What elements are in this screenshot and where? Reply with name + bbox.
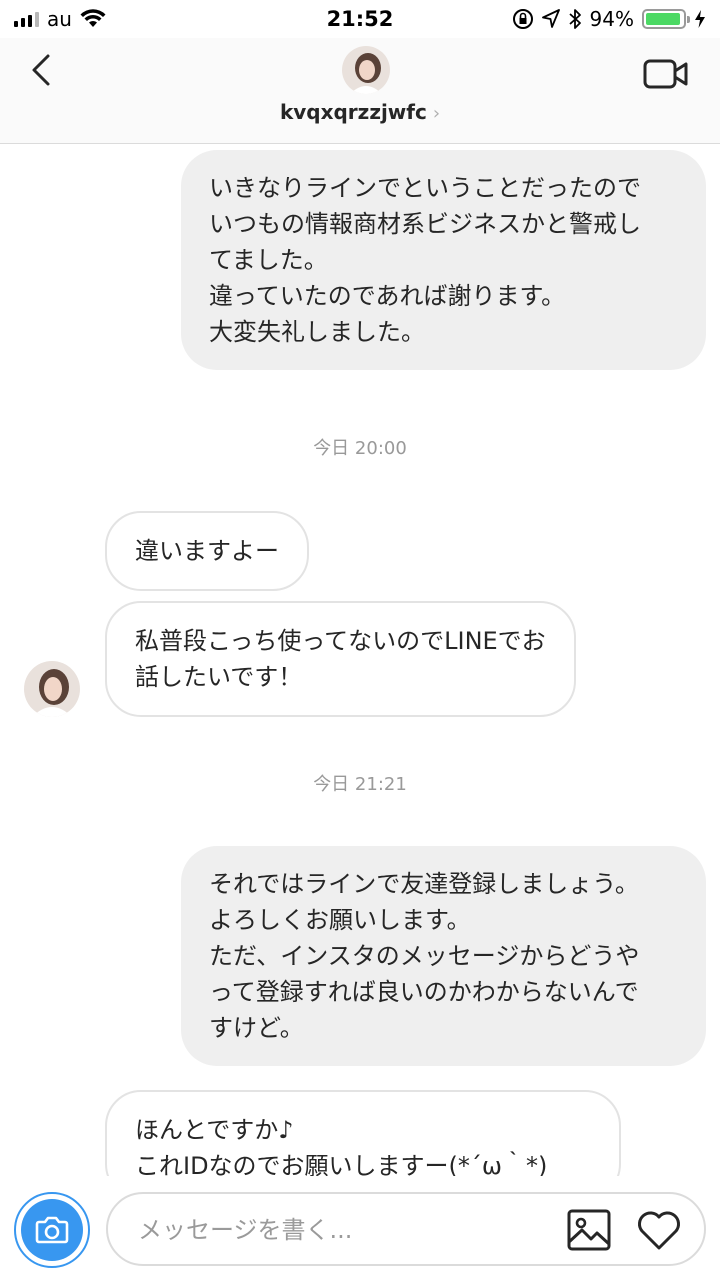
timestamp: 今日 20:00 [313, 438, 407, 459]
message-input-wrapper[interactable] [106, 1192, 706, 1266]
sent-message[interactable]: いきなりラインでということだったので いつもの情報商材系ビジネスかと警戒し てま… [181, 150, 706, 370]
carrier-label: au [47, 7, 72, 31]
camera-button[interactable] [14, 1192, 90, 1268]
battery-icon [642, 9, 690, 29]
signal-icon [14, 11, 39, 27]
location-icon [541, 9, 560, 28]
bluetooth-icon [568, 9, 581, 29]
battery-percent: 94% [589, 7, 634, 31]
chat-header: kvqxqrzzjwfc › [0, 38, 720, 144]
received-message[interactable]: 違いますよー [105, 511, 309, 591]
username-label: kvqxqrzzjwfc [279, 100, 427, 124]
rotation-lock-icon [512, 9, 533, 29]
heart-icon[interactable] [636, 1208, 682, 1252]
received-message[interactable]: 私普段こっち使ってないのでLINEでお 話したいです！ [105, 601, 576, 717]
wifi-icon [80, 9, 106, 27]
status-bar: au 21:52 94% [0, 0, 720, 38]
charging-icon [695, 10, 705, 28]
video-camera-icon[interactable] [642, 54, 690, 94]
back-icon[interactable] [24, 50, 64, 90]
profile-avatar[interactable] [342, 46, 390, 94]
message-composer [0, 1176, 720, 1280]
chevron-right-icon: › [432, 103, 441, 124]
status-right: 94% [512, 7, 706, 31]
chat-username[interactable]: kvqxqrzzjwfc › [0, 100, 720, 124]
message-input[interactable] [138, 1212, 538, 1248]
status-left: au [14, 7, 106, 31]
camera-icon [21, 1199, 83, 1261]
sender-avatar[interactable] [24, 661, 80, 717]
sent-message[interactable]: それではラインで友達登録しましょう。 よろしくお願いします。 ただ、インスタのメ… [181, 846, 706, 1066]
image-icon[interactable] [566, 1208, 612, 1252]
timestamp: 今日 21:21 [313, 774, 407, 795]
battery-fill [646, 13, 680, 25]
